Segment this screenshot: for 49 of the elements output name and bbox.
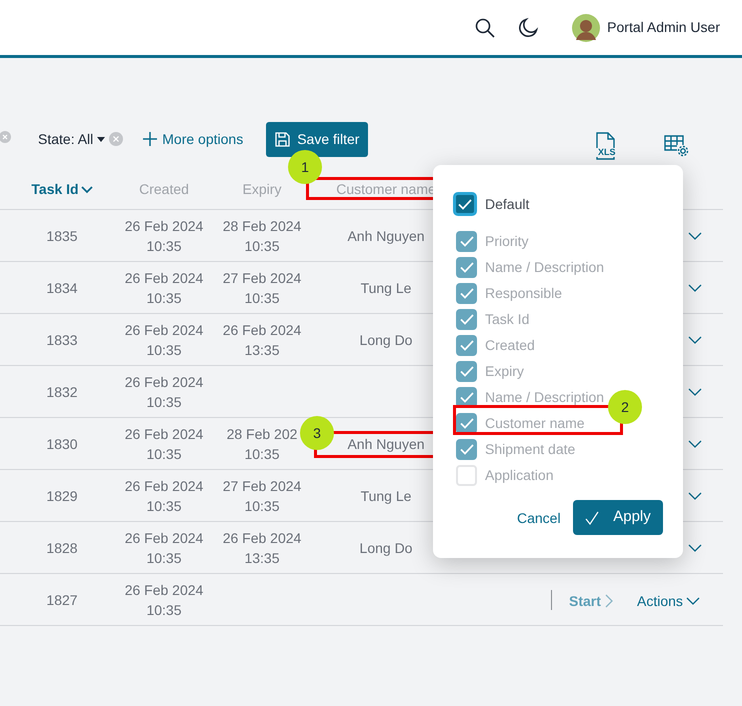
step-badge: 3 [300, 416, 334, 450]
expiry-cell-text: 26 Feb 2024 13:35 [222, 320, 302, 360]
actions-menu[interactable]: Actions [637, 591, 700, 611]
checkbox-label: Expiry [485, 362, 524, 381]
apply-button[interactable]: Apply [573, 500, 663, 535]
task-id-cell-text: 1829 [46, 486, 78, 506]
customer-cell-text: Anh Nguyen [347, 434, 425, 454]
task-id-cell-text: 1835 [46, 226, 78, 246]
created-cell-text: 26 Feb 2024 10:35 [124, 268, 204, 308]
save-filter-button[interactable]: Save filter [266, 122, 368, 156]
checkbox-label: Priority [485, 232, 529, 251]
checkbox-label: Default [485, 194, 530, 214]
customer-cell-text: Anh Nguyen [347, 226, 425, 246]
checkbox-label: Responsible [485, 284, 562, 303]
task-id-cell-text: 1827 [46, 590, 78, 610]
more-options-link[interactable]: More options [143, 128, 244, 150]
expiry-cell-text: 27 Feb 2024 10:35 [222, 268, 302, 308]
created-cell-text: 26 Feb 2024 10:35 [124, 580, 204, 620]
expiry-cell-text: 28 Feb 202 10:35 [226, 424, 298, 464]
task-id-cell-text: 1828 [46, 538, 78, 558]
customer-cell-text: Tung Le [360, 278, 412, 298]
checkbox-label: Shipment date [485, 440, 576, 459]
task-id-cell-text: 1833 [46, 330, 78, 350]
checkbox-label: Created [485, 336, 535, 354]
user-name[interactable]: Portal Admin User [607, 17, 720, 38]
task-id-cell-text: 1832 [46, 382, 78, 402]
created-cell-text: 26 Feb 2024 10:35 [124, 216, 204, 256]
task-id-cell-text: 1834 [46, 278, 78, 298]
created-cell-text: 26 Feb 2024 10:35 [124, 372, 204, 412]
created-cell-text: 26 Feb 2024 10:35 [124, 320, 204, 360]
checkbox-label: Name / Description [485, 388, 604, 407]
customer-cell-text: Long Do [360, 330, 412, 350]
cancel-button[interactable]: Cancel [517, 508, 561, 529]
checkbox-label: Name / Description [485, 258, 604, 277]
customer-cell-text: Tung Le [360, 486, 412, 506]
checkbox-label: Customer name [485, 414, 585, 432]
checkbox-label: Application [485, 466, 554, 485]
expiry-cell-text: 27 Feb 2024 10:35 [222, 476, 302, 516]
created-cell-text: 26 Feb 2024 10:35 [124, 424, 204, 464]
customer-cell-text: Long Do [360, 538, 412, 558]
expiry-cell-text: 28 Feb 2024 10:35 [222, 216, 302, 256]
checkbox-label: Task Id [485, 310, 530, 328]
column-header[interactable]: Task Id [31, 179, 93, 200]
xls-export-button[interactable]: XLS [594, 132, 622, 160]
task-id-cell-text: 1830 [46, 434, 78, 454]
step-badge: 1 [288, 150, 322, 184]
created-cell-text: 26 Feb 2024 10:35 [124, 476, 204, 516]
created-cell-text: 26 Feb 2024 10:35 [124, 528, 204, 568]
expiry-cell-text: 26 Feb 2024 13:35 [222, 528, 302, 568]
